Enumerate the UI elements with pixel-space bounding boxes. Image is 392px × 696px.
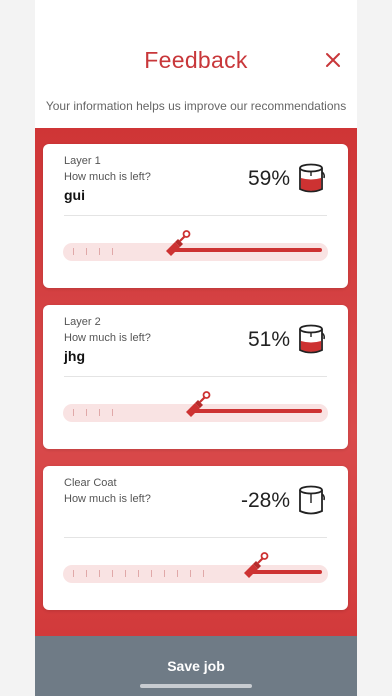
paint-bucket-icon bbox=[299, 485, 326, 515]
feedback-screen: Feedback Your information helps us impro… bbox=[35, 0, 357, 696]
percent-left: 59% bbox=[247, 167, 290, 190]
slider-tick bbox=[112, 409, 113, 416]
job-name: gui bbox=[64, 187, 85, 203]
percent-left: 51% bbox=[247, 328, 290, 351]
layer-card: Layer 2 How much is left? jhg 51% bbox=[43, 305, 348, 449]
divider bbox=[64, 537, 327, 538]
slider-fill bbox=[192, 409, 322, 413]
slider-tick bbox=[86, 248, 87, 255]
slider-tick bbox=[86, 570, 87, 577]
paint-bucket-icon bbox=[299, 324, 326, 354]
slider-tick bbox=[190, 570, 191, 577]
home-indicator bbox=[140, 684, 252, 688]
slider-tick bbox=[164, 570, 165, 577]
layer-name: Clear Coat bbox=[64, 477, 117, 489]
layer-name: Layer 2 bbox=[64, 316, 101, 328]
slider-tick bbox=[73, 570, 74, 577]
paint-brush-icon[interactable] bbox=[162, 229, 192, 257]
question-label: How much is left? bbox=[64, 493, 151, 505]
slider-tick bbox=[112, 570, 113, 577]
page-title: Feedback bbox=[144, 47, 248, 73]
layer-card: Clear Coat How much is left? -28% bbox=[43, 466, 348, 610]
divider bbox=[64, 215, 327, 216]
slider-tick bbox=[203, 570, 204, 577]
slider-tick bbox=[112, 248, 113, 255]
job-name: jhg bbox=[64, 348, 85, 364]
divider bbox=[64, 376, 327, 377]
remaining-slider[interactable] bbox=[63, 230, 328, 261]
layer-name: Layer 1 bbox=[64, 155, 101, 167]
question-label: How much is left? bbox=[64, 171, 151, 183]
question-label: How much is left? bbox=[64, 332, 151, 344]
slider-tick bbox=[73, 248, 74, 255]
slider-tick bbox=[177, 570, 178, 577]
slider-tick bbox=[73, 409, 74, 416]
slider-tick bbox=[99, 409, 100, 416]
layer-card: Layer 1 How much is left? gui 59% bbox=[43, 144, 348, 288]
slider-tick bbox=[138, 570, 139, 577]
percent-left: -28% bbox=[240, 489, 290, 512]
slider-tick bbox=[86, 409, 87, 416]
slider-fill bbox=[172, 248, 322, 252]
paint-bucket-icon bbox=[299, 163, 326, 193]
slider-tick bbox=[151, 570, 152, 577]
remaining-slider[interactable] bbox=[63, 552, 328, 583]
cards-container: Layer 1 How much is left? gui 59% Layer … bbox=[35, 128, 357, 636]
slider-tick bbox=[125, 570, 126, 577]
close-icon[interactable] bbox=[325, 52, 341, 68]
paint-brush-icon[interactable] bbox=[182, 390, 212, 418]
paint-brush-icon[interactable] bbox=[240, 551, 270, 579]
remaining-slider[interactable] bbox=[63, 391, 328, 422]
subtitle: Your information helps us improve our re… bbox=[45, 99, 347, 113]
slider-tick bbox=[99, 570, 100, 577]
header: Feedback Your information helps us impro… bbox=[35, 0, 357, 128]
slider-tick bbox=[99, 248, 100, 255]
